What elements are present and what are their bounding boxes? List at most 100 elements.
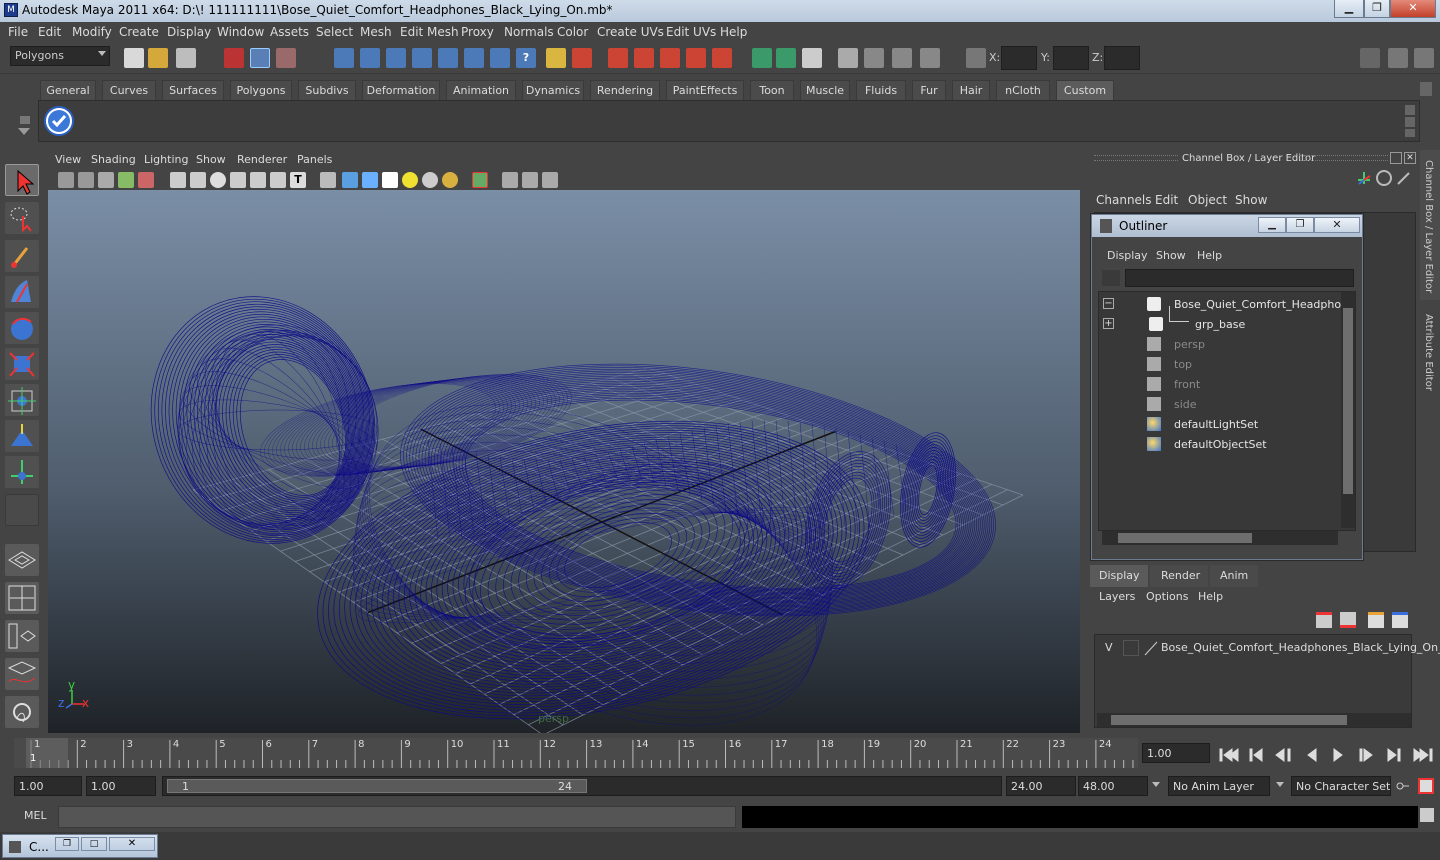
last-tool-icon[interactable] <box>5 494 39 526</box>
soft-modification-icon[interactable] <box>5 420 39 452</box>
shelf-menu-handle[interactable] <box>14 78 34 144</box>
viewport-menu-show[interactable]: Show <box>196 153 226 166</box>
layer-help-menu[interactable]: Help <box>1198 590 1223 603</box>
outliner-search-field[interactable] <box>1125 269 1354 287</box>
layer-options-menu[interactable]: Options <box>1146 590 1188 603</box>
render-frame-icon[interactable] <box>864 48 884 68</box>
command-input[interactable] <box>58 806 736 828</box>
safe-action-icon[interactable] <box>270 172 286 188</box>
history-icon[interactable] <box>572 48 592 68</box>
outliner-item[interactable]: top <box>1099 354 1339 374</box>
command-language-label[interactable]: MEL <box>24 809 47 822</box>
shelf-tab-painteffects[interactable]: PaintEffects <box>666 80 744 100</box>
menu-modify[interactable]: Modify <box>72 25 112 39</box>
textured-icon[interactable] <box>382 172 398 188</box>
safe-title-icon[interactable]: T <box>290 172 306 188</box>
wireframe-on-shaded-icon[interactable] <box>362 172 378 188</box>
camera-attributes-icon[interactable] <box>78 172 94 188</box>
menu-file[interactable]: File <box>8 25 28 39</box>
range-slider-handle[interactable]: 1 24 <box>167 779 587 793</box>
close-icon[interactable]: ✕ <box>109 837 155 851</box>
character-set-field[interactable]: No Character Set <box>1291 776 1391 796</box>
animation-preferences-icon[interactable] <box>1418 778 1434 794</box>
snap-point-icon[interactable] <box>386 48 406 68</box>
menu-normals[interactable]: Normals <box>504 25 554 39</box>
outliner-minimize-icon[interactable]: ▁ <box>1258 217 1286 233</box>
perspective-outliner-layout-icon[interactable] <box>5 620 39 652</box>
new-scene-icon[interactable] <box>124 48 144 68</box>
show-manipulator-icon[interactable] <box>5 456 39 488</box>
shadows-icon[interactable] <box>442 172 458 188</box>
select-object-icon[interactable] <box>250 48 270 68</box>
film-gate-icon[interactable] <box>190 172 206 188</box>
outliner-show-menu[interactable]: Show <box>1156 249 1186 262</box>
menu-create-uvs[interactable]: Create UVs <box>597 25 664 39</box>
viewport-menu-panels[interactable]: Panels <box>297 153 332 166</box>
gate-mask-icon[interactable] <box>230 172 246 188</box>
shelf-tab-surfaces[interactable]: Surfaces <box>162 80 224 100</box>
y-field[interactable] <box>1053 46 1089 70</box>
layer-tab-display[interactable]: Display <box>1090 565 1148 587</box>
paint-select-tool-icon[interactable] <box>5 240 39 272</box>
snap-surface-icon[interactable] <box>438 48 458 68</box>
scale-tool-icon[interactable] <box>5 348 39 380</box>
channels-menu[interactable]: Channels <box>1096 193 1152 207</box>
menu-edit-uvs[interactable]: Edit UVs <box>666 25 716 39</box>
move-tool-icon[interactable] <box>5 276 39 308</box>
layer-visibility-toggle[interactable]: V <box>1105 641 1113 654</box>
outliner-item[interactable]: persp <box>1099 334 1339 354</box>
outliner-vertical-scrollbar[interactable] <box>1341 292 1355 528</box>
outliner-item[interactable]: − Bose_Quiet_Comfort_Headphones <box>1099 294 1355 314</box>
playback-end-field[interactable]: 24.00 <box>1006 776 1076 796</box>
chevron-down-icon[interactable] <box>1276 782 1284 787</box>
snap-live-icon[interactable] <box>490 48 510 68</box>
layer-tab-anim[interactable]: Anim <box>1210 565 1258 587</box>
shelf-tab-deformation[interactable]: Deformation <box>362 80 440 100</box>
eyedropper-icon[interactable] <box>1396 170 1412 186</box>
outliner-scroll-thumb[interactable] <box>1343 308 1353 494</box>
layer-color-icon[interactable] <box>1143 640 1159 656</box>
save-scene-icon[interactable] <box>176 48 196 68</box>
all-lights-icon[interactable] <box>422 172 438 188</box>
current-time-field[interactable]: 1.00 <box>1142 743 1210 763</box>
step-forward-frame-icon[interactable] <box>1384 745 1406 765</box>
trash-icon[interactable] <box>1420 82 1432 96</box>
channel-box-vertical-tab[interactable]: Channel Box / Layer Editor <box>1420 150 1440 300</box>
shelf-tab-dynamics[interactable]: Dynamics <box>522 80 584 100</box>
tool-settings-toggle-icon[interactable] <box>1388 48 1408 68</box>
shelf-tab-rendering[interactable]: Rendering <box>590 80 660 100</box>
maximize-icon[interactable]: □ <box>81 837 107 851</box>
menu-select[interactable]: Select <box>316 25 353 39</box>
shelf-scroll[interactable] <box>1405 105 1417 137</box>
xray-icon[interactable] <box>502 172 518 188</box>
default-light-icon[interactable] <box>402 172 418 188</box>
animation-end-field[interactable]: 48.00 <box>1078 776 1148 796</box>
backface-culling-icon[interactable] <box>542 172 558 188</box>
menu-color[interactable]: Color <box>557 25 588 39</box>
layers-menu[interactable]: Layers <box>1099 590 1135 603</box>
universal-manipulator-icon[interactable] <box>5 384 39 416</box>
step-back-key-icon[interactable] <box>1272 745 1294 765</box>
bookmark-icon[interactable] <box>98 172 114 188</box>
layer-name[interactable]: Bose_Quiet_Comfort_Headphones_Black_Lyin… <box>1161 641 1440 654</box>
menu-mesh[interactable]: Mesh <box>360 25 392 39</box>
outliner-horizontal-scrollbar[interactable] <box>1102 531 1338 545</box>
isolate-select-icon[interactable] <box>472 172 488 188</box>
menu-proxy[interactable]: Proxy <box>461 25 494 39</box>
layer-template-toggle[interactable] <box>1123 640 1139 656</box>
shelf-tab-fur[interactable]: Fur <box>912 80 946 100</box>
render-globals-icon[interactable] <box>920 48 940 68</box>
manipulator-mode-icon[interactable] <box>1356 170 1372 186</box>
range-slider[interactable]: 1 24 <box>162 776 1002 796</box>
perspective-viewport[interactable]: y x z persp <box>48 190 1080 733</box>
snap-plane-icon[interactable] <box>412 48 432 68</box>
output-icon[interactable] <box>776 48 796 68</box>
menu-assets[interactable]: Assets <box>270 25 309 39</box>
outliner-filter-icon[interactable] <box>1102 270 1120 286</box>
shelf-tab-toon[interactable]: Toon <box>750 80 794 100</box>
restore-icon[interactable]: ❐ <box>55 837 79 851</box>
move-layer-down-icon[interactable] <box>1340 612 1356 628</box>
outliner-close-icon[interactable]: ✕ <box>1314 217 1360 233</box>
minimized-window[interactable]: C... ❐ □ ✕ <box>2 834 158 858</box>
menu-window[interactable]: Window <box>217 25 264 39</box>
